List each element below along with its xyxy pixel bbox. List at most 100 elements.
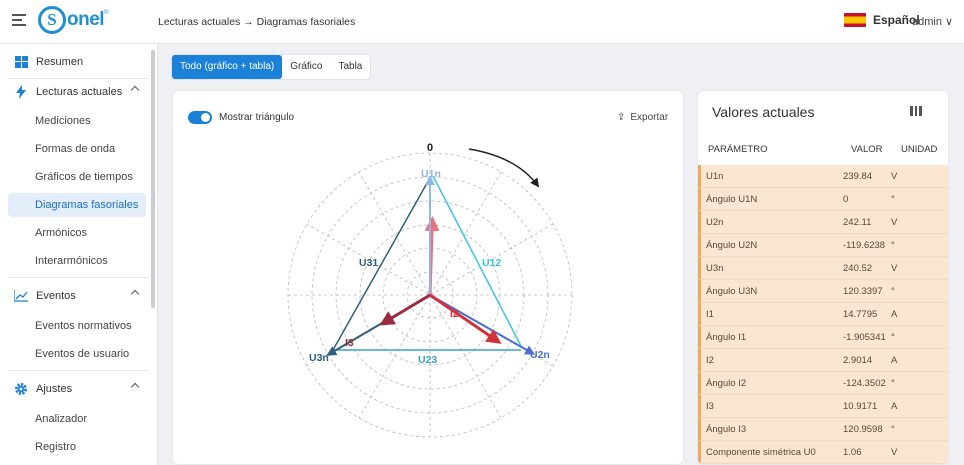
table-row: I2 2.9014 A (698, 349, 948, 372)
cell-param: U2n (706, 217, 724, 228)
sidebar-item-formas-de-onda[interactable]: Formas de onda (8, 137, 146, 161)
logo-mark: S (38, 6, 66, 34)
dashboard-icon (14, 55, 28, 69)
sidebar-group-label: Lecturas actuales (36, 86, 123, 98)
table-row: I1 14.7795 A (698, 303, 948, 326)
export-button[interactable]: ⇪ Exportar (617, 112, 668, 123)
tab-todo[interactable]: Todo (gráfico + tabla) (172, 55, 283, 79)
phasor-diagram: 0 U1n U12 U31 U23 U2n U3n I2 I3 (287, 142, 573, 438)
cell-param: Ángulo I3 (706, 424, 747, 435)
sidebar-item-graficos-de-tiempos[interactable]: Gráficos de tiempos (8, 165, 146, 189)
table-row: I3 10.9171 A (698, 395, 948, 418)
cell-unit: V (891, 263, 898, 274)
u2n-label: U2n (530, 349, 550, 361)
i3-vector (379, 293, 431, 326)
chevron-up-icon[interactable] (130, 289, 140, 299)
u31-label: U31 (359, 257, 378, 269)
cell-unit: A (891, 309, 898, 320)
breadcrumb: Lecturas actuales → Diagramas fasoriales (158, 16, 356, 28)
logo-registered: ® (104, 10, 109, 16)
columns-icon[interactable] (910, 106, 923, 116)
sidebar-item-eventos-normativos[interactable]: Eventos normativos (8, 314, 146, 338)
sidebar-item-interarmonicos[interactable]: Interarmónicos (8, 249, 146, 273)
cell-value: 2.9014 (843, 355, 873, 366)
cell-value: 239.84 (843, 171, 873, 182)
cell-value: 14.7795 (843, 309, 878, 320)
sidebar-group-label: Eventos (36, 290, 76, 302)
i2-vector (429, 293, 502, 344)
cell-unit: ° (891, 332, 895, 343)
cell-param: U1n (706, 171, 724, 182)
rotation-arrow-icon (468, 148, 540, 188)
table-row: U1n 239.84 V (698, 165, 948, 188)
chevron-up-icon[interactable] (130, 382, 140, 392)
cell-unit: ° (891, 424, 895, 435)
header-unit: UNIDAD (901, 144, 938, 155)
table-header: PARÁMETRO VALOR UNIDAD (698, 137, 948, 165)
show-triangle-toggle[interactable] (188, 111, 212, 124)
cell-param: I1 (706, 309, 714, 320)
logo-text: onel (67, 9, 105, 30)
table-row: Ángulo I1 -1.905341 ° (698, 326, 948, 349)
cell-value: 1.06 (843, 447, 862, 458)
menu-icon[interactable] (12, 14, 26, 26)
tab-tabla[interactable]: Tabla (330, 55, 370, 79)
language-selector[interactable]: Español (844, 13, 920, 27)
sidebar-group-eventos[interactable]: Eventos (8, 284, 146, 308)
cell-param: Ángulo U1N (706, 194, 758, 205)
sidebar-group-label: Ajustes (36, 383, 73, 395)
table-row: Ángulo U1N 0 ° (698, 188, 948, 211)
values-table-body: U1n 239.84 V Ángulo U1N 0 ° U2n 242.11 V Ángul… (698, 165, 948, 464)
cell-param: Ángulo I1 (706, 332, 747, 343)
cell-value: 120.3397 (843, 286, 883, 297)
sidebar-scrollbar[interactable] (151, 50, 155, 308)
cell-value: 240.52 (843, 263, 873, 274)
cell-value: 120.9598 (843, 424, 883, 435)
current-values-card: Valores actuales PARÁMETRO VALOR UNIDAD … (697, 90, 949, 465)
sidebar-group-lecturas[interactable]: Lecturas actuales (8, 80, 146, 104)
sidebar-item-analizador[interactable]: Analizador (8, 407, 146, 431)
chevron-up-icon[interactable] (130, 85, 140, 95)
cell-value: 0 (843, 194, 849, 205)
sonel-logo[interactable]: S onel ® (38, 6, 108, 34)
cell-unit: ° (891, 378, 895, 389)
sidebar-item-eventos-de-usuario[interactable]: Eventos de usuario (8, 342, 146, 366)
lightning-icon (14, 85, 28, 99)
cell-value: -1.905341 (843, 332, 886, 343)
sidebar-item-label: Resumen (36, 56, 84, 68)
view-tabs: Todo (gráfico + tabla) Gráfico Tabla (171, 54, 372, 80)
u3n-label: U3n (309, 352, 329, 364)
tab-grafico[interactable]: Gráfico (282, 55, 330, 79)
phasor-card: 0 U1n U12 U31 U23 U2n U3n I2 I3 Mostrar … (172, 90, 684, 465)
cell-unit: V (891, 171, 898, 182)
u1n-label: U1n (421, 168, 441, 180)
cell-param: I3 (706, 401, 714, 412)
sidebar-item-registro[interactable]: Registro (8, 435, 146, 459)
sidebar-divider (8, 78, 148, 79)
cell-value: 242.11 (843, 217, 872, 228)
chart-line-icon (14, 289, 28, 303)
values-title: Valores actuales (712, 104, 815, 120)
sidebar-item-armonicos[interactable]: Armónicos (8, 221, 146, 245)
table-row: Ángulo U2N -119.6238 ° (698, 234, 948, 257)
u23-label: U23 (418, 354, 437, 366)
top-bar: S onel ® Lecturas actuales → Diagramas f… (0, 0, 964, 44)
sidebar-divider (8, 370, 148, 371)
sidebar-item-resumen[interactable]: Resumen (8, 50, 146, 74)
table-row: Ángulo U3N 120.3397 ° (698, 280, 948, 303)
sidebar-group-ajustes[interactable]: Ajustes (8, 377, 146, 401)
cell-param: I2 (706, 355, 714, 366)
cell-unit: A (891, 355, 898, 366)
u12-triangle-side (432, 175, 522, 347)
export-label: Exportar (630, 112, 669, 123)
cell-unit: A (891, 401, 898, 412)
sidebar-item-diagramas-fasoriales[interactable]: Diagramas fasoriales (8, 193, 146, 217)
user-menu[interactable]: admin ∨ (912, 15, 953, 28)
cell-param: Ángulo U2N (706, 240, 758, 251)
cell-unit: V (891, 447, 898, 458)
sidebar-item-mediciones[interactable]: Mediciones (8, 109, 146, 133)
sidebar-divider (8, 277, 148, 278)
zero-angle-label: 0 (427, 142, 433, 154)
cell-unit: V (891, 217, 898, 228)
i3-label: I3 (345, 337, 354, 349)
